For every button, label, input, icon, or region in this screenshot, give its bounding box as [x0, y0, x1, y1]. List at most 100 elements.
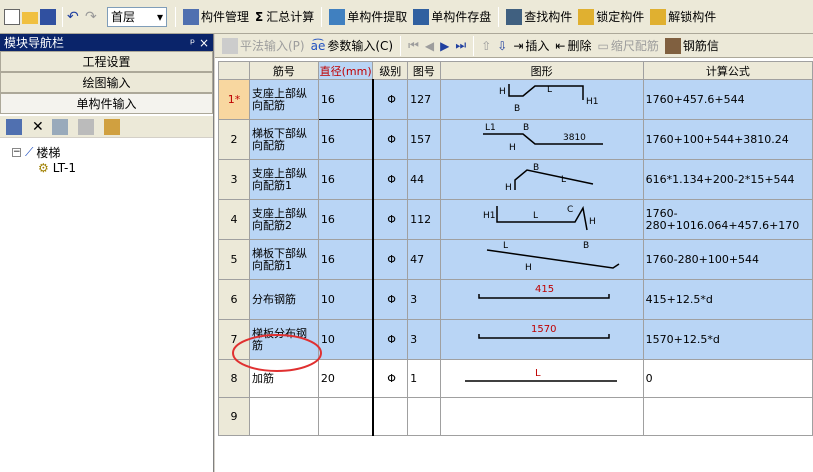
cell-shape[interactable]: L: [439, 359, 644, 398]
cell-grade[interactable]: Φ: [372, 119, 409, 160]
tree-node-lt1[interactable]: ⚙ LT-1: [12, 160, 213, 176]
cell-shape[interactable]: H1 L C H: [439, 199, 644, 240]
cell-fig[interactable]: 1: [407, 359, 441, 398]
cell-name[interactable]: 分布钢筋: [248, 279, 319, 320]
new-icon[interactable]: [4, 8, 20, 25]
first-icon[interactable]: ⏮: [405, 35, 422, 57]
next-icon[interactable]: ▶: [437, 35, 452, 57]
cell-grade[interactable]: Φ: [372, 159, 409, 200]
cell-formula[interactable]: [642, 397, 813, 436]
table-row[interactable]: 5 梯板下部纵向配筋1 16 Φ 47 L B H 1760-280+100+5…: [218, 239, 813, 280]
col-header-grade[interactable]: 级别: [372, 61, 409, 80]
cell-shape[interactable]: L B H: [439, 239, 644, 280]
col-header-name[interactable]: 筋号: [248, 61, 319, 80]
store-component-button[interactable]: 单构件存盘: [410, 6, 494, 28]
cell-grade[interactable]: Φ: [372, 319, 409, 360]
cell-formula[interactable]: 415+12.5*d: [642, 279, 813, 320]
nav-single-component-input[interactable]: 单构件输入: [0, 93, 213, 114]
cell-shape[interactable]: H L H1 B: [439, 79, 644, 120]
table-row[interactable]: 6 分布钢筋 10 Φ 3 415 415+12.5*d: [218, 279, 813, 320]
row-number[interactable]: 3: [218, 159, 250, 200]
cell-formula[interactable]: 1760-280+100+544: [642, 239, 813, 280]
cell-fig[interactable]: 3: [407, 319, 441, 360]
cell-diameter[interactable]: [317, 397, 374, 436]
extract-component-button[interactable]: 单构件提取: [326, 6, 410, 28]
col-header-formula[interactable]: 计算公式: [642, 61, 813, 80]
cell-shape[interactable]: 415: [439, 279, 644, 320]
cell-grade[interactable]: Φ: [372, 79, 409, 120]
lock-component-button[interactable]: 锁定构件: [575, 6, 647, 28]
row-number[interactable]: 6: [218, 279, 250, 320]
delete-icon[interactable]: ✕: [32, 119, 44, 135]
cell-formula[interactable]: 1760+100+544+3810.24: [642, 119, 813, 160]
cell-grade[interactable]: Φ: [372, 199, 409, 240]
cell-fig[interactable]: [407, 397, 441, 436]
delete-row-button[interactable]: ⇤ 删除: [552, 35, 594, 57]
copy-icon[interactable]: [51, 118, 68, 135]
cell-formula[interactable]: 0: [642, 359, 813, 398]
cell-fig[interactable]: 44: [407, 159, 441, 200]
flat-input-button[interactable]: 平法输入(P): [219, 35, 308, 57]
summary-calc-button[interactable]: Σ 汇总计算: [252, 6, 317, 28]
paste-icon[interactable]: [77, 118, 94, 135]
last-icon[interactable]: ⏭: [452, 35, 469, 57]
cell-name[interactable]: 梯板下部纵向配筋: [248, 119, 319, 160]
row-number[interactable]: 1*: [218, 79, 250, 120]
col-header-shape[interactable]: 图形: [439, 61, 644, 80]
table-row[interactable]: 4 支座上部纵向配筋2 16 Φ 112 H1 L C H 1760-280+1…: [218, 199, 813, 240]
pin-close-icon[interactable]: ᵖ ×: [190, 36, 209, 50]
cell-name[interactable]: 支座上部纵向配筋2: [248, 199, 319, 240]
find-component-button[interactable]: 查找构件: [503, 6, 575, 28]
cell-fig[interactable]: 47: [407, 239, 441, 280]
table-row[interactable]: 2 梯板下部纵向配筋 16 Φ 157 L1 B 3810 H 1760+100…: [218, 119, 813, 160]
param-input-button[interactable]: a͡e 参数输入(C): [308, 35, 397, 57]
cell-grade[interactable]: Φ: [372, 359, 409, 398]
rebar-info-button[interactable]: 钢筋信: [662, 35, 722, 57]
cell-diameter[interactable]: 10: [317, 319, 374, 360]
cell-fig[interactable]: 127: [407, 79, 441, 120]
cell-shape[interactable]: [439, 397, 644, 436]
cell-diameter[interactable]: 16: [317, 199, 374, 240]
unlock-component-button[interactable]: 解锁构件: [647, 6, 719, 28]
move-down-icon[interactable]: ⇩: [494, 35, 510, 57]
cell-fig[interactable]: 157: [407, 119, 441, 160]
cell-diameter[interactable]: 20: [317, 359, 374, 398]
cell-shape[interactable]: L1 B 3810 H: [439, 119, 644, 160]
cell-name[interactable]: [248, 397, 319, 436]
row-number[interactable]: 5: [218, 239, 250, 280]
open-folder-icon[interactable]: [22, 11, 38, 24]
list-icon[interactable]: [6, 118, 22, 135]
cell-grade[interactable]: Φ: [372, 279, 409, 320]
table-row[interactable]: 3 支座上部纵向配筋1 16 Φ 44 B H L 616*1.134+200-…: [218, 159, 813, 200]
cell-diameter[interactable]: 16: [317, 239, 374, 280]
cell-name[interactable]: 支座上部纵向配筋1: [248, 159, 319, 200]
save-icon[interactable]: [40, 8, 56, 25]
table-row[interactable]: 1* 支座上部纵向配筋 16 Φ 127 H L H1 B 1760+457.6…: [218, 79, 813, 120]
move-up-icon[interactable]: ⇧: [478, 35, 494, 57]
cell-shape[interactable]: 1570: [439, 319, 644, 360]
cell-diameter[interactable]: 16: [317, 119, 374, 160]
component-manage-button[interactable]: 构件管理: [180, 6, 252, 28]
cell-formula[interactable]: 1760+457.6+544: [642, 79, 813, 120]
nav-drawing-input[interactable]: 绘图输入: [0, 72, 213, 93]
cell-shape[interactable]: B H L: [439, 159, 644, 200]
cell-fig[interactable]: 3: [407, 279, 441, 320]
cell-diameter[interactable]: 16: [317, 159, 374, 200]
col-header-fig[interactable]: 图号: [407, 61, 441, 80]
table-row[interactable]: 9: [218, 397, 813, 436]
scale-rebar-button[interactable]: ▭ 缩尺配筋: [594, 35, 661, 57]
tree-node-stair[interactable]: − ⟋ 楼梯: [12, 144, 213, 160]
insert-button[interactable]: ⇥ 插入: [510, 35, 552, 57]
cell-grade[interactable]: [372, 397, 409, 436]
cell-formula[interactable]: 616*1.134+200-2*15+544: [642, 159, 813, 200]
cell-diameter[interactable]: 10: [317, 279, 374, 320]
prev-icon[interactable]: ◀: [422, 35, 437, 57]
collapse-icon[interactable]: −: [12, 147, 21, 157]
cell-diameter[interactable]: 16: [317, 79, 374, 120]
cell-formula[interactable]: 1760-280+1016.064+457.6+170: [642, 199, 813, 240]
cell-grade[interactable]: Φ: [372, 239, 409, 280]
row-number[interactable]: 4: [218, 199, 250, 240]
clipboard-icon[interactable]: [103, 118, 120, 135]
floor-select[interactable]: 首层 ▾: [107, 6, 167, 27]
cell-name[interactable]: 支座上部纵向配筋: [248, 79, 319, 120]
